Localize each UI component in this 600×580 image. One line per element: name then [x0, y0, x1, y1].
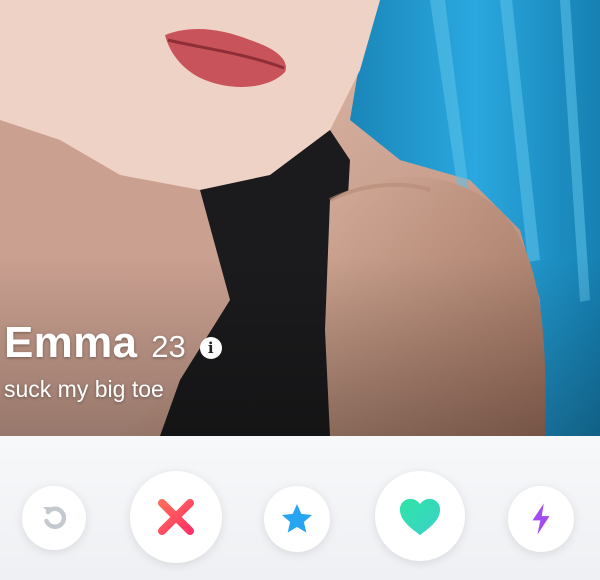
super-like-button[interactable]	[264, 486, 330, 552]
info-icon[interactable]: i	[199, 337, 222, 359]
rewind-button[interactable]	[22, 486, 86, 550]
profile-bio: suck my big toe	[4, 376, 164, 402]
profile-photo[interactable]: Emma 23 i suck my big toe	[0, 0, 600, 436]
heart-icon	[399, 498, 441, 536]
profile-name: Emma	[4, 318, 138, 367]
profile-age: 23	[151, 329, 186, 364]
profile-info: Emma 23 i suck my big toe	[4, 318, 222, 403]
like-button[interactable]	[375, 471, 465, 561]
lightning-icon	[532, 503, 550, 535]
nope-button[interactable]	[130, 471, 222, 563]
star-icon	[282, 504, 312, 533]
rewind-icon	[43, 506, 67, 529]
name-line: Emma 23 i	[4, 318, 222, 368]
close-icon	[158, 499, 194, 535]
boost-button[interactable]	[508, 486, 574, 552]
action-bar	[0, 436, 600, 580]
